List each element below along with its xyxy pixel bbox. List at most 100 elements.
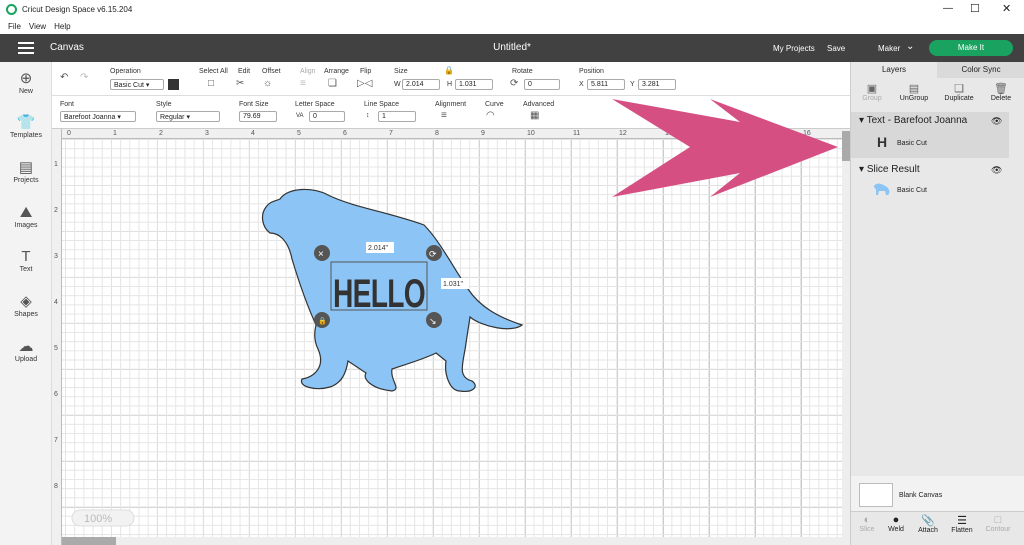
height-label: H (447, 81, 453, 88)
y-position-input[interactable]: 3.281 (638, 79, 676, 90)
my-projects-link[interactable]: My Projects (773, 44, 815, 53)
svg-text:↘: ↘ (429, 316, 437, 326)
text-align-icon[interactable]: ≡ (441, 110, 447, 121)
delete-button[interactable]: 🗑 Delete (987, 82, 1015, 102)
curve-icon[interactable]: ◠ (486, 110, 495, 121)
height-input[interactable]: 1.031 (455, 79, 493, 90)
zoom-level[interactable]: 100% (84, 513, 112, 525)
ungroup-button[interactable]: ▤ UnGroup (897, 82, 931, 102)
sidebar-item-new[interactable]: ⊕ New (0, 70, 52, 95)
font-size-input[interactable]: 79.69 (239, 111, 277, 122)
trash-icon: 🗑 (994, 83, 1008, 95)
align-label: Align (300, 68, 316, 75)
save-button[interactable]: Save (827, 44, 845, 53)
tab-layers[interactable]: Layers (851, 62, 937, 78)
contour-button[interactable]: □ Contour (983, 514, 1013, 533)
arrange-label: Arrange (324, 68, 349, 75)
sidebar-item-text[interactable]: T Text (0, 248, 52, 273)
sidebar-item-templates[interactable]: 👕 Templates (0, 114, 52, 139)
width-label: W (394, 81, 401, 88)
flatten-button[interactable]: ☰ Flatten (947, 514, 977, 534)
select-all-icon[interactable]: □ (208, 78, 214, 89)
sidebar-item-images[interactable]: ⛰ Images (0, 204, 52, 229)
sidebar-item-upload[interactable]: ☁ Upload (0, 338, 52, 363)
projects-icon: ▤ (18, 159, 34, 176)
text-layer-thumbnail: H (877, 134, 888, 150)
group-button[interactable]: ▣ Group (859, 82, 885, 102)
menu-bar: File View Help (0, 19, 1024, 33)
maximize-icon[interactable]: ☐ (970, 2, 980, 15)
font-select[interactable]: Barefoot Joanna ▾ (60, 111, 136, 122)
advanced-icon[interactable]: ▦ (530, 110, 539, 121)
line-space-input[interactable]: 1 (378, 111, 416, 122)
svg-text:×: × (318, 249, 324, 260)
weld-icon: ● (892, 514, 900, 526)
tab-color-sync[interactable]: Color Sync (937, 62, 1024, 78)
letter-space-input[interactable]: 0 (309, 111, 345, 122)
weld-button[interactable]: ● Weld (881, 514, 911, 533)
line-space-icon: ↕ (366, 112, 370, 119)
text-layer-operation: Basic Cut (897, 140, 927, 147)
width-badge: 2.014" (368, 245, 389, 252)
arrange-icon[interactable]: ❏ (328, 78, 337, 89)
letter-space-icon: VA (296, 113, 304, 119)
style-select[interactable]: Regular ▾ (156, 111, 220, 122)
slice-button[interactable]: ◐ Slice (852, 514, 882, 533)
width-input[interactable]: 2.014 (402, 79, 440, 90)
attach-button[interactable]: 📎 Attach (913, 514, 943, 534)
position-label: Position (579, 68, 604, 75)
blank-canvas-swatch[interactable] (859, 483, 893, 507)
rotate-input[interactable]: 0 (524, 79, 560, 90)
align-icon[interactable]: ≡ (300, 78, 306, 89)
undo-icon[interactable]: ↶ (60, 72, 68, 83)
image-icon: ⛰ (19, 204, 33, 221)
operation-select[interactable]: Basic Cut ▾ (110, 79, 164, 90)
menu-file[interactable]: File (8, 22, 21, 31)
chevron-down-icon[interactable]: ⌄ (906, 41, 914, 52)
ungroup-icon: ▤ (908, 83, 920, 95)
sidebar-item-shapes[interactable]: ◈ Shapes (0, 293, 52, 318)
visibility-eye-icon[interactable]: 👁 (991, 165, 1002, 176)
rotate-handle-icon[interactable]: ⟳ (426, 245, 442, 261)
scissors-icon[interactable]: ✂ (236, 78, 244, 89)
rotate-icon[interactable]: ⟳ (510, 78, 518, 89)
duplicate-button[interactable]: ❏ Duplicate (940, 82, 978, 102)
visibility-eye-icon[interactable]: 👁 (991, 116, 1002, 127)
select-all-button[interactable]: Select All (199, 68, 228, 75)
lock-aspect-icon[interactable]: 🔒 (444, 66, 454, 75)
left-sidebar: ⊕ New 👕 Templates ▤ Projects ⛰ Images T Text … (0, 62, 52, 545)
machine-selector[interactable]: Maker (878, 44, 900, 53)
lock-handle-icon[interactable]: 🔒 (314, 312, 330, 328)
dog-layer-thumbnail (873, 183, 890, 195)
redo-icon[interactable]: ↷ (80, 72, 88, 83)
menu-view[interactable]: View (29, 22, 46, 31)
operation-label: Operation (110, 68, 141, 75)
slice-layer-operation: Basic Cut (897, 187, 927, 194)
layers-panel: Layers Color Sync ▣ Group ▤ UnGroup ❏ Dupli… (850, 62, 1024, 545)
resize-handle-icon[interactable]: ↘ (426, 312, 442, 328)
app-header: Canvas Untitled* My Projects Save Maker … (0, 34, 1024, 62)
delete-handle-icon[interactable]: × (314, 245, 330, 261)
offset-label: Offset (262, 68, 281, 75)
offset-icon[interactable]: ☼ (263, 78, 272, 89)
color-swatch[interactable] (168, 79, 179, 90)
close-window-icon[interactable]: ✕ (1002, 2, 1011, 15)
letter-space-label: Letter Space (295, 101, 335, 108)
shirt-icon: 👕 (16, 114, 36, 131)
curve-label: Curve (485, 101, 504, 108)
cricut-logo-icon (6, 4, 17, 15)
sidebar-item-projects[interactable]: ▤ Projects (0, 159, 52, 184)
menu-help[interactable]: Help (54, 22, 70, 31)
height-badge: 1.031" (443, 281, 464, 288)
size-label: Size (394, 68, 408, 75)
make-it-button[interactable]: Make It (929, 40, 1013, 56)
x-position-input[interactable]: 5.811 (587, 79, 625, 90)
hello-text[interactable]: HELLO (333, 272, 426, 316)
horizontal-scrollbar[interactable] (62, 537, 842, 545)
svg-text:🔒: 🔒 (318, 317, 327, 325)
vertical-scrollbar[interactable] (842, 129, 850, 545)
style-label: Style (156, 101, 172, 108)
title-bar: Cricut Design Space v6.15.204 — ☐ ✕ (0, 0, 1024, 19)
minimize-icon[interactable]: — (943, 3, 953, 14)
flip-icon[interactable]: ▷◁ (357, 78, 372, 89)
